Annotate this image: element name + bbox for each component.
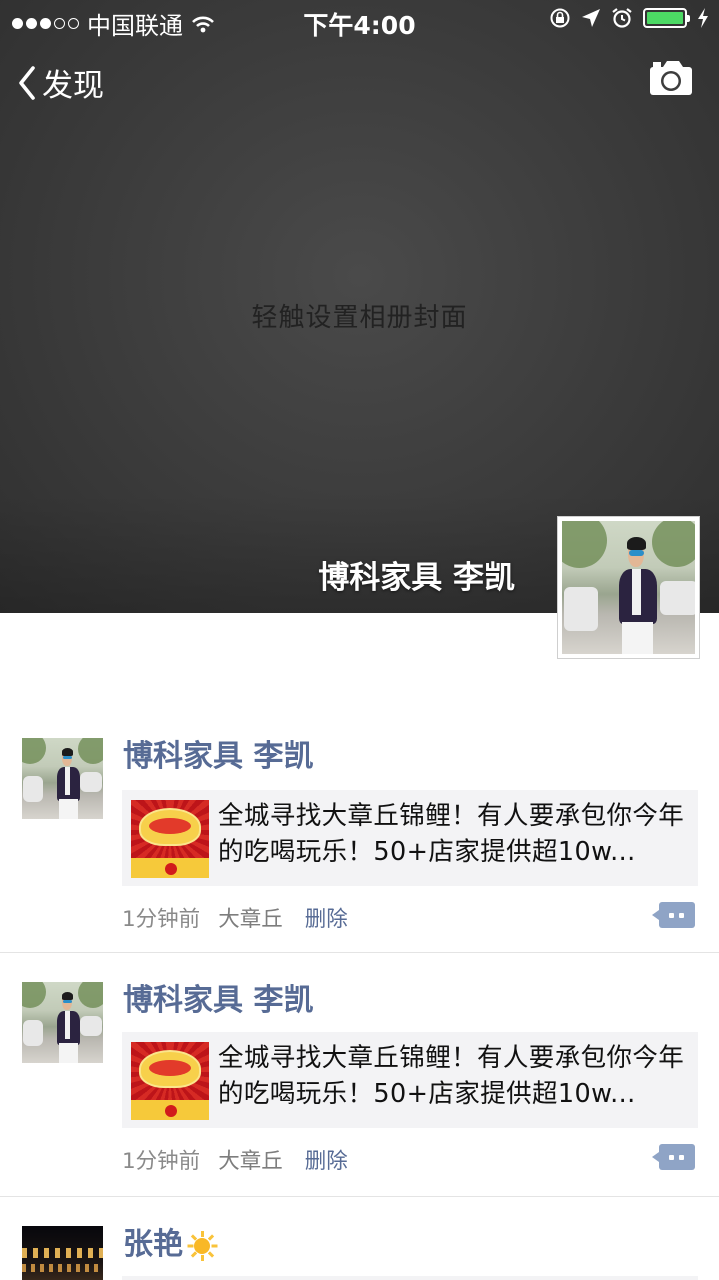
profile-avatar[interactable]	[557, 516, 700, 659]
post-time: 1分钟前	[122, 1149, 201, 1174]
charging-bolt-icon	[698, 8, 708, 28]
avatar-photo	[22, 982, 103, 1063]
link-card[interactable]: 全城寻找大章丘锦鲤！有人要承包你今年的吃喝玩乐！50+店家提供超10w...	[122, 790, 698, 886]
avatar-photo	[22, 738, 103, 819]
alarm-icon	[612, 8, 632, 28]
author-name[interactable]: 张艳	[123, 1227, 183, 1262]
avatar[interactable]	[22, 738, 103, 819]
avatar[interactable]	[22, 982, 103, 1063]
delete-button[interactable]: 删除	[305, 902, 348, 933]
feed-item: 张艳	[0, 1226, 719, 1280]
post-time: 1分钟前	[122, 907, 201, 932]
post-location[interactable]: 大章丘	[218, 1144, 283, 1175]
profile-name: 博科家具 李凯	[318, 560, 515, 596]
chevron-left-icon	[19, 65, 35, 100]
back-label: 发现	[42, 68, 104, 104]
comment-icon[interactable]	[652, 1144, 695, 1170]
link-thumbnail	[131, 1042, 209, 1120]
status-bar: 中国联通 下午4:00	[0, 0, 719, 40]
camera-button[interactable]	[649, 60, 693, 100]
link-card[interactable]	[122, 1276, 698, 1280]
avatar-photo	[22, 1226, 103, 1280]
author-name-row: 张艳	[123, 1226, 217, 1264]
divider	[0, 1196, 719, 1197]
feed-item: 博科家具 李凯 全城寻找大章丘锦鲤！有人要承包你今年的吃喝玩乐！50+店家提供超…	[0, 738, 719, 952]
link-text: 全城寻找大章丘锦鲤！有人要承包你今年的吃喝玩乐！50+店家提供超10w...	[218, 801, 685, 867]
back-button[interactable]: 发现	[18, 60, 104, 105]
author-name[interactable]: 博科家具 李凯	[123, 738, 313, 776]
link-card[interactable]: 全城寻找大章丘锦鲤！有人要承包你今年的吃喝玩乐！50+店家提供超10w...	[122, 1032, 698, 1128]
link-text: 全城寻找大章丘锦鲤！有人要承包你今年的吃喝玩乐！50+店家提供超10w...	[218, 1043, 685, 1109]
post-location[interactable]: 大章丘	[218, 902, 283, 933]
avatar-photo	[562, 521, 695, 654]
avatar[interactable]	[22, 1226, 103, 1280]
cover-hint[interactable]: 轻触设置相册封面	[0, 297, 719, 334]
nav-bar: 发现	[0, 56, 719, 106]
sun-emoji-icon	[187, 1230, 217, 1261]
camera-icon	[650, 61, 692, 95]
divider	[0, 952, 719, 953]
post-meta: 1分钟前 大章丘 删除	[122, 902, 348, 933]
delete-button[interactable]: 删除	[305, 1144, 348, 1175]
post-meta: 1分钟前 大章丘 删除	[122, 1144, 348, 1175]
feed-item: 博科家具 李凯 全城寻找大章丘锦鲤！有人要承包你今年的吃喝玩乐！50+店家提供超…	[0, 982, 719, 1196]
comment-icon[interactable]	[652, 902, 695, 928]
status-right	[549, 7, 709, 29]
rotation-lock-icon	[550, 8, 570, 28]
link-thumbnail	[131, 800, 209, 878]
battery-icon	[643, 8, 690, 28]
author-name[interactable]: 博科家具 李凯	[123, 982, 313, 1020]
location-arrow-icon	[582, 9, 600, 27]
